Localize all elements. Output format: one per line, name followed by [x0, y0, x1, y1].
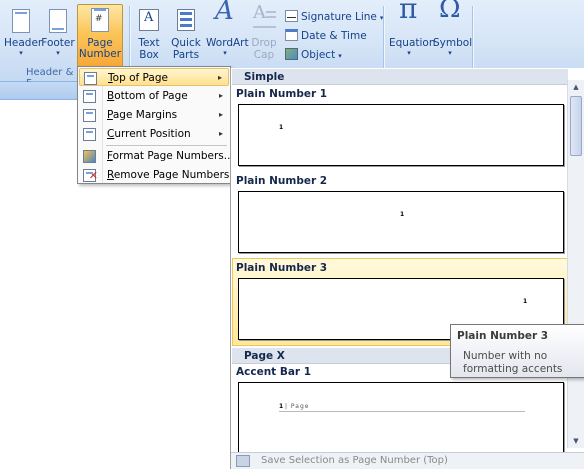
accent-bar-line [279, 411, 525, 412]
signature-icon [285, 10, 298, 22]
text-box-button[interactable]: A Text Box [133, 4, 165, 66]
chevron-down-icon: ▾ [56, 49, 60, 57]
ribbon-lower-strip [0, 82, 77, 100]
omega-icon: Ω [439, 0, 461, 24]
page-number-preview: 1 [279, 124, 284, 131]
quick-parts-label-2: Parts [172, 49, 200, 61]
chevron-right-icon: ▸ [218, 91, 223, 100]
equation-button[interactable]: π Equation ▾ [388, 0, 436, 66]
drop-cap-label-2: Cap [253, 49, 275, 61]
object-label: Object [301, 49, 336, 61]
scroll-up-arrow-icon[interactable]: ▲ [568, 80, 584, 94]
text-box-label-2: Box [139, 49, 159, 61]
signature-line-label: Signature Line [301, 11, 377, 23]
date-time-button[interactable]: Date & Time [285, 28, 367, 45]
page-number-icon: # [86, 7, 114, 35]
tooltip: Plain Number 3 Number with no formatting… [450, 324, 584, 378]
remove-icon: ✕ [83, 169, 98, 182]
text-box-label-1: Text [138, 37, 160, 49]
symbol-button[interactable]: Ω Symbol ▾ [432, 0, 473, 66]
gallery-item-title: Plain Number 3 [236, 262, 328, 274]
gallery-item-title: Plain Number 1 [236, 88, 328, 100]
gallery-section-header: Simple [232, 69, 568, 85]
signature-line-button[interactable]: Signature Line ▾ [285, 9, 383, 26]
group-separator [383, 6, 384, 76]
drop-cap-icon: A [250, 4, 278, 35]
group-separator [472, 6, 473, 76]
object-button[interactable]: Object ▾ [285, 47, 342, 64]
pi-icon: π [399, 0, 418, 25]
page-number-preview: 1 [400, 211, 405, 218]
tooltip-title: Plain Number 3 [457, 330, 549, 342]
chevron-down-icon: ▾ [223, 49, 227, 57]
chevron-right-icon: ▸ [218, 110, 223, 119]
footer-icon [44, 7, 72, 35]
gallery-footer: Save Selection as Page Number (Top) [231, 452, 584, 469]
menu-item-current-position[interactable]: Current Position ▸ [79, 125, 229, 143]
footer-label: Footer [41, 37, 75, 49]
gallery-item-accent-bar-1[interactable]: 1 | Page [238, 382, 564, 456]
text-box-icon: A [135, 7, 163, 35]
page-label-preview: | Page [285, 403, 310, 410]
chevron-right-icon: ▸ [218, 129, 223, 138]
page-number-menu: Top of Page ▸ Bottom of Page ▸ Page Marg… [77, 66, 234, 184]
symbol-label: Symbol [433, 37, 473, 49]
footer-button[interactable]: Footer ▾ [40, 4, 76, 66]
quick-parts-button[interactable]: Quick Parts [169, 4, 203, 66]
save-selection-icon [236, 455, 250, 467]
page-number-button[interactable]: # Page Number [77, 4, 123, 67]
page-number-preview: 1 [279, 403, 284, 410]
gallery-scrollbar[interactable]: ▲ ▼ [567, 80, 584, 448]
chevron-right-icon: ▸ [217, 73, 222, 82]
page-top-icon [84, 72, 97, 85]
menu-separator [106, 145, 227, 146]
date-time-label: Date & Time [301, 30, 367, 42]
quick-parts-icon [172, 7, 200, 35]
header-label: Header [4, 37, 43, 49]
menu-item-remove-page-numbers[interactable]: ✕ Remove Page Numbers [79, 166, 229, 184]
chevron-down-icon: ▾ [338, 52, 342, 60]
page-bottom-icon [83, 90, 96, 103]
equation-label: Equation [389, 37, 436, 49]
header-icon [7, 7, 35, 35]
calendar-icon [285, 29, 298, 41]
scrollbar-thumb[interactable] [570, 96, 582, 156]
save-selection-button[interactable]: Save Selection as Page Number (Top) [261, 455, 448, 466]
menu-item-top-of-page[interactable]: Top of Page ▸ [79, 68, 229, 86]
current-position-icon [83, 128, 96, 141]
gallery-item-title: Accent Bar 1 [236, 366, 312, 378]
drop-cap-button[interactable]: A Drop Cap [248, 4, 280, 66]
gallery-item-plain-number-1[interactable]: 1 [238, 104, 564, 166]
header-button[interactable]: Header ▾ [3, 4, 43, 66]
chevron-down-icon: ▾ [19, 49, 23, 57]
drop-cap-label-1: Drop [251, 37, 277, 49]
page-number-preview: 1 [523, 298, 528, 305]
scroll-down-arrow-icon[interactable]: ▼ [568, 434, 584, 448]
tooltip-description: Number with no formatting accents [463, 350, 563, 375]
quick-parts-label-1: Quick [171, 37, 201, 49]
menu-item-format-page-numbers[interactable]: Format Page Numbers... [79, 147, 234, 165]
wordart-label: WordArt [206, 37, 249, 49]
page-number-label-2: Number [78, 48, 122, 60]
menu-item-page-margins[interactable]: Page Margins ▸ [79, 106, 229, 124]
gallery-item-plain-number-2[interactable]: 1 [238, 191, 564, 253]
wordart-icon: A [215, 0, 234, 26]
page-number-gallery: Simple Plain Number 1 1 Plain Number 2 1… [230, 68, 584, 469]
object-icon [285, 48, 298, 60]
gallery-item-title: Plain Number 2 [236, 175, 328, 187]
wordart-button[interactable]: A WordArt ▾ [205, 0, 249, 66]
format-icon [83, 150, 96, 163]
menu-item-bottom-of-page[interactable]: Bottom of Page ▸ [79, 87, 229, 105]
chevron-down-icon: ▾ [448, 49, 452, 57]
page-margins-icon [83, 109, 96, 122]
chevron-down-icon: ▾ [407, 49, 411, 57]
